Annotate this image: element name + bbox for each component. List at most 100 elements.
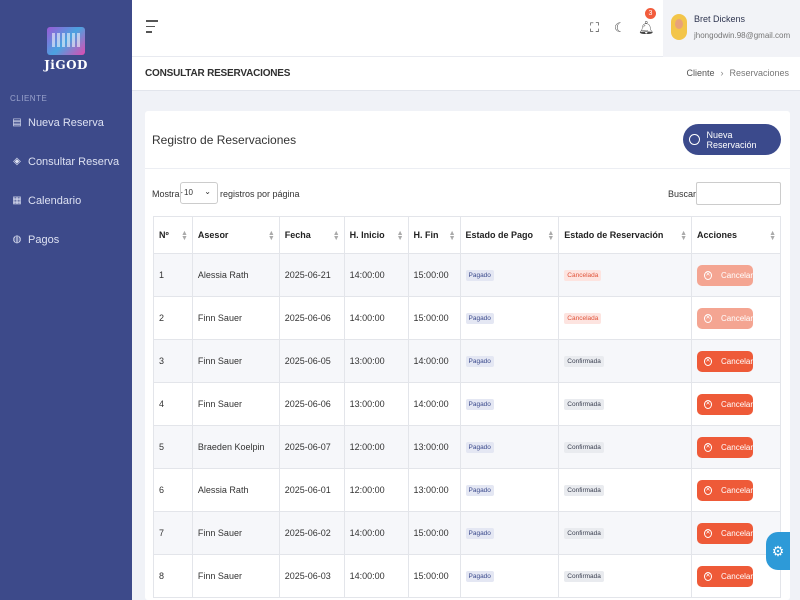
cell-number: 1 — [153, 253, 193, 297]
table-row: 1 Alessia Rath 2025-06-21 14:00:00 15:00:00 P… — [153, 253, 781, 297]
fullscreen-icon[interactable]: ⛶ — [590, 20, 599, 36]
plus-circle-icon — [689, 134, 700, 145]
show-entries-label: Mostrar — [152, 189, 183, 199]
column-header-number[interactable]: Nº ▲ ▼ — [153, 216, 193, 254]
cell-estado-reservacion: Confirmada — [558, 339, 693, 383]
column-header-estado-pago[interactable]: Estado de Pago ▲ ▼ — [459, 216, 560, 254]
cell-fecha: 2025-06-02 — [278, 511, 345, 555]
user-name: Bret Dickens — [694, 14, 746, 24]
cell-estado-pago: Pagado — [459, 296, 560, 340]
reservations-card: Registro de Reservaciones Nueva Reservac… — [145, 111, 790, 600]
cell-estado-reservacion: Confirmada — [558, 382, 693, 426]
sidebar-item-label: Consultar Reserva — [28, 155, 120, 168]
cell-hora-fin: 15:00:00 — [407, 554, 461, 598]
table-row: 3 Finn Sauer 2025-06-05 13:00:00 14:00:00 Pag… — [153, 339, 781, 383]
sort-icon: ▲ ▼ — [267, 230, 275, 242]
cancel-label: Cancelar — [721, 528, 754, 538]
cancel-button[interactable]: ✕ Cancelar — [697, 350, 754, 372]
column-header-fecha[interactable]: Fecha ▲ ▼ — [278, 216, 345, 254]
sort-icon: ▲ ▼ — [448, 230, 456, 242]
cell-estado-reservacion: Cancelada — [558, 296, 693, 340]
settings-gear-icon[interactable]: ⚙ — [766, 532, 790, 570]
per-page-suffix-label: registros por página — [220, 189, 300, 199]
cell-hora-inicio: 13:00:00 — [343, 382, 409, 426]
table-row: 6 Alessia Rath 2025-06-01 12:00:00 13:00:00 P… — [153, 468, 781, 512]
table-row: 2 Finn Sauer 2025-06-06 14:00:00 15:00:00 Pag… — [153, 296, 781, 340]
cell-acciones: ✕ Cancelar — [691, 382, 781, 426]
cancel-button[interactable]: ✕ Cancelar — [697, 264, 754, 286]
page-title: CONSULTAR RESERVACIONES — [145, 68, 291, 79]
per-page-select[interactable]: 10 ⌄ — [180, 182, 218, 204]
cancel-button[interactable]: ✕ Cancelar — [697, 436, 754, 458]
sidebar-item-consultar-reserva[interactable]: ◈ Consultar Reserva — [0, 142, 132, 181]
column-header-asesor[interactable]: Asesor ▲ ▼ — [191, 216, 280, 254]
table-row: 5 Braeden Koelpin 2025-06-07 12:00:00 13:00:… — [153, 425, 781, 469]
notification-count-badge: 3 — [645, 8, 656, 19]
cell-asesor: Alessia Rath — [191, 468, 280, 512]
keyboard-logo-icon — [47, 26, 85, 55]
sort-icon: ▲ ▼ — [332, 230, 340, 242]
cell-number: 7 — [153, 511, 193, 555]
cell-hora-fin: 15:00:00 — [407, 296, 461, 340]
cell-estado-reservacion: Confirmada — [558, 468, 693, 512]
cell-number: 3 — [153, 339, 193, 383]
cell-acciones: ✕ Cancelar — [691, 339, 781, 383]
cell-number: 8 — [153, 554, 193, 598]
cell-estado-reservacion: Confirmada — [558, 425, 693, 469]
table-header-row: Nº ▲ ▼ Asesor ▲ ▼ Fecha ▲ ▼ H. Inicio ▲ ▼ H. Fin… — [153, 216, 781, 254]
breadcrumb-item-cliente[interactable]: Cliente — [686, 68, 714, 78]
sort-icon: ▲ ▼ — [547, 230, 555, 242]
cell-asesor: Finn Sauer — [191, 382, 280, 426]
x-circle-icon: ✕ — [704, 528, 713, 538]
cell-hora-fin: 15:00:00 — [407, 253, 461, 297]
cell-hora-fin: 15:00:00 — [407, 511, 461, 555]
cell-number: 2 — [153, 296, 193, 340]
search-input[interactable] — [696, 182, 781, 205]
brand-logo[interactable]: JiGOD — [0, 0, 132, 90]
breadcrumb: Cliente › Reservaciones — [686, 68, 789, 78]
sidebar-item-pagos[interactable]: ◍ Pagos — [0, 220, 132, 259]
new-reservation-button[interactable]: Nueva Reservación — [683, 124, 781, 155]
header-label: Estado de Reservación — [564, 230, 664, 240]
notifications-bell-icon[interactable]: 🔔︎ — [638, 20, 655, 36]
cancel-button[interactable]: ✕ Cancelar — [697, 522, 754, 544]
cancel-label: Cancelar — [721, 356, 754, 366]
cell-hora-fin: 13:00:00 — [407, 468, 461, 512]
menu-toggle-icon[interactable] — [146, 20, 158, 37]
table-row: 7 Finn Sauer 2025-06-02 14:00:00 15:00:00 Pag… — [153, 511, 781, 555]
reservation-status-badge: Cancelada — [564, 313, 602, 324]
user-menu[interactable]: Bret Dickens jhongodwin.98@gmail.com — [663, 0, 800, 57]
cell-asesor: Finn Sauer — [191, 339, 280, 383]
search-label: Buscar: — [668, 189, 699, 199]
sidebar-item-calendario[interactable]: ▦ Calendario — [0, 181, 132, 220]
cell-fecha: 2025-06-01 — [278, 468, 345, 512]
table-body: 1 Alessia Rath 2025-06-21 14:00:00 15:00:00 P… — [153, 253, 781, 598]
cancel-button[interactable]: ✕ Cancelar — [697, 479, 754, 501]
cell-hora-inicio: 14:00:00 — [343, 296, 409, 340]
dark-mode-moon-icon[interactable]: ☾ — [614, 20, 626, 36]
cell-fecha: 2025-06-21 — [278, 253, 345, 297]
cell-hora-fin: 13:00:00 — [407, 425, 461, 469]
payment-status-badge: Pagado — [465, 442, 494, 453]
column-header-acciones[interactable]: Acciones ▲ ▼ — [691, 216, 781, 254]
cancel-button[interactable]: ✕ Cancelar — [697, 307, 754, 329]
column-header-hora-inicio[interactable]: H. Inicio ▲ ▼ — [343, 216, 409, 254]
cell-fecha: 2025-06-03 — [278, 554, 345, 598]
sidebar-item-nueva-reserva[interactable]: ▤ Nueva Reserva — [0, 103, 132, 142]
sidebar-item-label: Nueva Reserva — [28, 116, 104, 129]
x-circle-icon: ✕ — [704, 356, 713, 366]
payment-status-badge: Pagado — [465, 528, 494, 539]
cell-estado-pago: Pagado — [459, 468, 560, 512]
cell-number: 4 — [153, 382, 193, 426]
cell-number: 6 — [153, 468, 193, 512]
cell-estado-pago: Pagado — [459, 511, 560, 555]
header-label: Fecha — [284, 230, 311, 240]
header-label: H. Fin — [413, 230, 439, 240]
sidebar-item-label: Calendario — [28, 194, 82, 207]
cancel-button[interactable]: ✕ Cancelar — [697, 565, 754, 587]
x-circle-icon: ✕ — [704, 313, 713, 323]
card-title: Registro de Reservaciones — [152, 133, 297, 147]
cancel-button[interactable]: ✕ Cancelar — [697, 393, 754, 415]
column-header-estado-reservacion[interactable]: Estado de Reservación ▲ ▼ — [558, 216, 693, 254]
column-header-hora-fin[interactable]: H. Fin ▲ ▼ — [407, 216, 461, 254]
